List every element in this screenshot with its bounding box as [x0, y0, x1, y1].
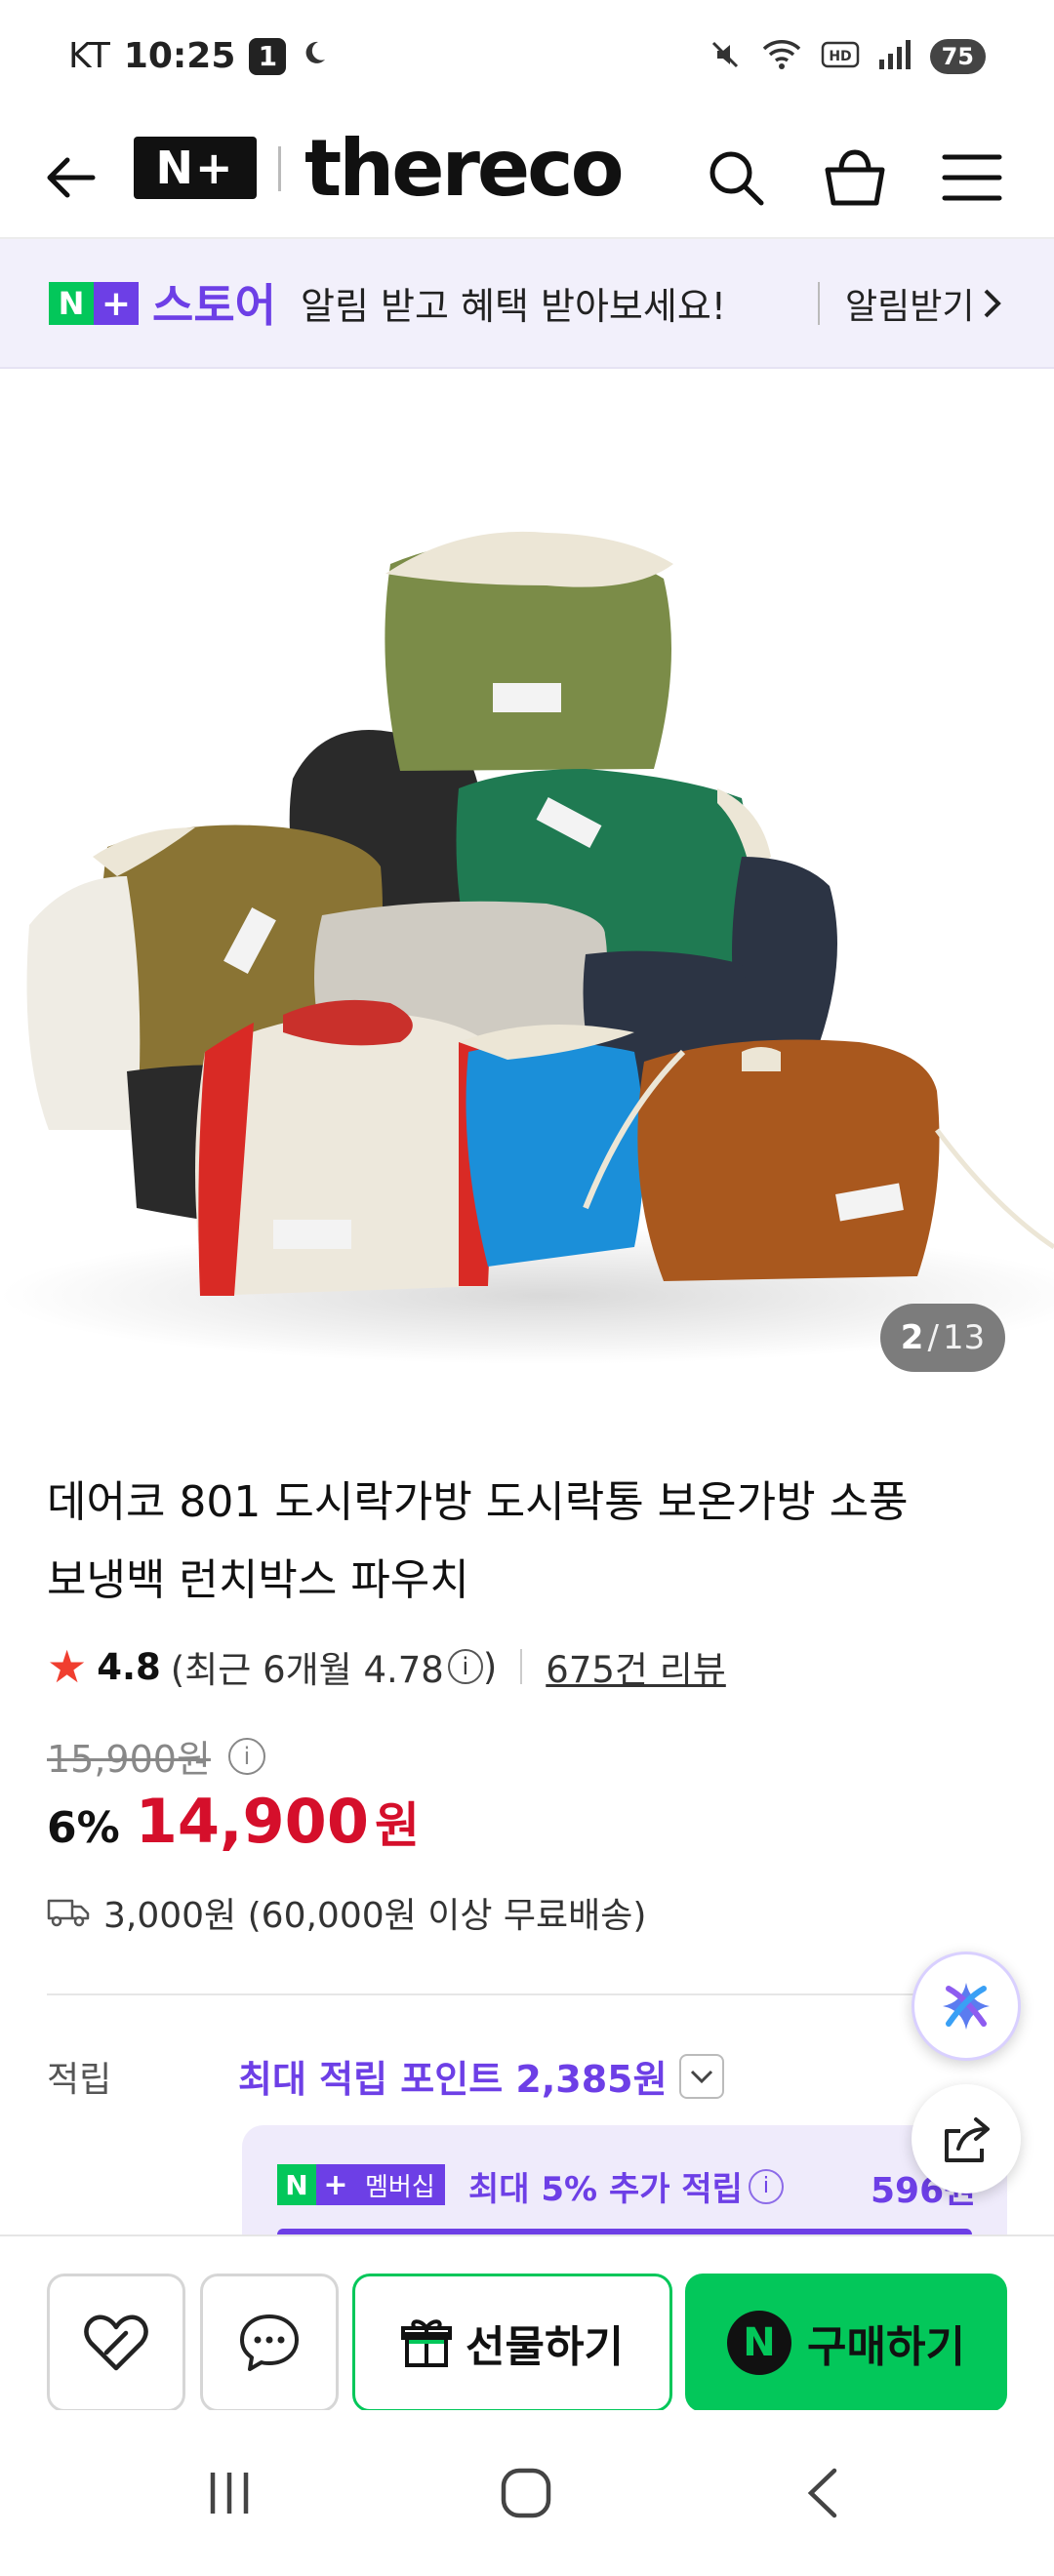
sale-price: 14,900	[135, 1786, 369, 1857]
gift-button[interactable]: 선물하기	[352, 2274, 672, 2412]
rating-score: 4.8	[97, 1645, 161, 1688]
points-label: 적립	[47, 2060, 112, 2100]
share-button[interactable]	[912, 2084, 1021, 2194]
moon-icon	[300, 36, 329, 76]
promo-divider	[818, 282, 820, 325]
home-icon	[501, 2468, 551, 2518]
shipping-row: 3,000원 (60,000원 이상 무료배송)	[47, 1887, 646, 1938]
recent-apps-icon	[210, 2473, 249, 2514]
chevron-right-icon	[985, 289, 1002, 318]
signal-icon	[877, 38, 912, 75]
status-left: KT 10:25 1	[68, 36, 329, 76]
chevron-left-icon	[807, 2468, 837, 2518]
buy-button[interactable]: N 구매하기	[685, 2274, 1007, 2412]
membership-points-box: N + 멤버십 최대 5% 추가 적립 i 596원	[242, 2125, 1007, 2237]
sale-price-unit: 원	[374, 1797, 420, 1854]
hamburger-menu-icon	[942, 154, 1002, 201]
naver-pay-icon: N	[727, 2311, 792, 2375]
original-price-row: 15,900원 i	[47, 1729, 265, 1783]
membership-badge-label: 멤버십	[355, 2164, 445, 2205]
image-counter-current: 2	[900, 1318, 924, 1357]
arrow-left-icon	[47, 157, 96, 198]
carrier-label: KT	[68, 36, 110, 76]
image-counter-total: 13	[942, 1318, 986, 1357]
shipping-fee: 3,000원 (60,000원 이상 무료배송)	[103, 1896, 647, 1936]
rating-recent-close: )	[482, 1645, 498, 1688]
npluss-store-badge: N +	[49, 282, 139, 325]
npluss-logo[interactable]: N+	[134, 137, 257, 199]
bottom-action-bar: 선물하기 N 구매하기	[0, 2234, 1054, 2412]
brand-logo[interactable]: thereco	[304, 123, 625, 214]
review-count-link[interactable]: 675건 리뷰	[546, 1640, 726, 1693]
image-counter-separator: /	[927, 1318, 939, 1357]
product-title-line2: 보냉백 런치박스 파우치	[47, 1555, 469, 1605]
nav-back-button[interactable]	[769, 2449, 876, 2537]
mute-icon	[708, 37, 743, 76]
discount-rate: 6%	[47, 1803, 120, 1853]
info-icon[interactable]: i	[447, 1649, 483, 1684]
recent-apps-button[interactable]	[176, 2449, 283, 2537]
menu-button[interactable]	[933, 139, 1011, 217]
original-price: 15,900원	[47, 1738, 211, 1781]
info-icon[interactable]: i	[748, 2168, 784, 2204]
product-title-line1: 데어코 801 도시락가방 도시락통 보온가방 소풍	[47, 1477, 909, 1527]
header-divider	[278, 146, 281, 191]
section-divider	[47, 1993, 1007, 1995]
image-counter: 2 / 13	[880, 1304, 1005, 1372]
cart-button[interactable]	[816, 139, 894, 217]
heart-icon	[84, 2314, 148, 2371]
search-button[interactable]	[697, 139, 775, 217]
chat-button[interactable]	[200, 2274, 339, 2412]
membership-badge: N + 멤버십	[277, 2164, 445, 2205]
share-icon	[945, 2117, 990, 2162]
product-photo	[0, 531, 1054, 1364]
sale-price-row: 6% 14,900 원	[47, 1786, 420, 1857]
search-icon	[709, 151, 764, 206]
home-button[interactable]	[472, 2449, 580, 2537]
membership-extra-label: 최대 5% 추가 적립	[468, 2170, 743, 2209]
store-alert-banner: N + 스토어 알림 받고 혜택 받아보세요! 알림받기	[0, 239, 1054, 369]
like-button[interactable]	[47, 2274, 185, 2412]
n-mark: N	[49, 282, 94, 325]
gift-button-label: 선물하기	[466, 2322, 624, 2372]
notification-badge: 1	[249, 37, 287, 75]
rating-row: ★ 4.8 (최근 6개월 4.78 i ) 675건 리뷰	[47, 1639, 726, 1694]
star-icon: ★	[47, 1640, 88, 1693]
chevron-down-icon[interactable]	[678, 2053, 724, 2099]
chat-bubble-icon	[240, 2314, 299, 2371]
wifi-icon	[760, 37, 803, 76]
max-points-text: 최대 적립 포인트 2,385원	[238, 2058, 668, 2101]
price-info-icon[interactable]: i	[227, 1737, 265, 1775]
buy-button-label: 구매하기	[807, 2322, 965, 2372]
n-mark: N	[277, 2164, 316, 2205]
plus-mark: +	[316, 2164, 355, 2205]
store-label: 스토어	[152, 279, 276, 332]
shopping-basket-icon	[825, 149, 885, 206]
points-row: 적립 최대 적립 포인트 2,385원	[47, 2047, 1007, 2106]
product-image-gallery[interactable]	[0, 369, 1054, 1393]
plus-mark: +	[94, 282, 139, 325]
svg-text:HD: HD	[829, 49, 851, 64]
promo-message: 알림 받고 혜택 받아보세요!	[301, 285, 727, 328]
status-right: HD 75	[708, 37, 986, 76]
clock: 10:25	[123, 36, 236, 76]
ai-sparkle-icon	[943, 1983, 990, 2030]
battery-indicator: 75	[929, 38, 986, 74]
gift-box-icon	[401, 2319, 453, 2367]
app-header: N+ thereco	[0, 117, 1054, 239]
ai-assistant-button[interactable]	[912, 1952, 1021, 2061]
alert-subscribe-button[interactable]: 알림받기	[845, 278, 1003, 329]
alert-subscribe-label: 알림받기	[845, 287, 975, 327]
hd-icon: HD	[821, 40, 860, 73]
rating-recent: (최근 6개월 4.78	[170, 1649, 444, 1691]
status-bar: KT 10:25 1 HD 75	[0, 0, 1054, 112]
system-navigation-bar	[0, 2410, 1054, 2576]
back-button[interactable]	[37, 139, 105, 217]
delivery-truck-icon	[47, 1899, 90, 1927]
rating-divider	[520, 1649, 523, 1684]
membership-extra-text: 최대 5% 추가 적립 i	[468, 2162, 784, 2210]
product-title: 데어코 801 도시락가방 도시락통 보온가방 소풍 보냉백 런치박스 파우치	[47, 1464, 984, 1620]
max-points-toggle[interactable]: 최대 적립 포인트 2,385원	[238, 2049, 724, 2103]
